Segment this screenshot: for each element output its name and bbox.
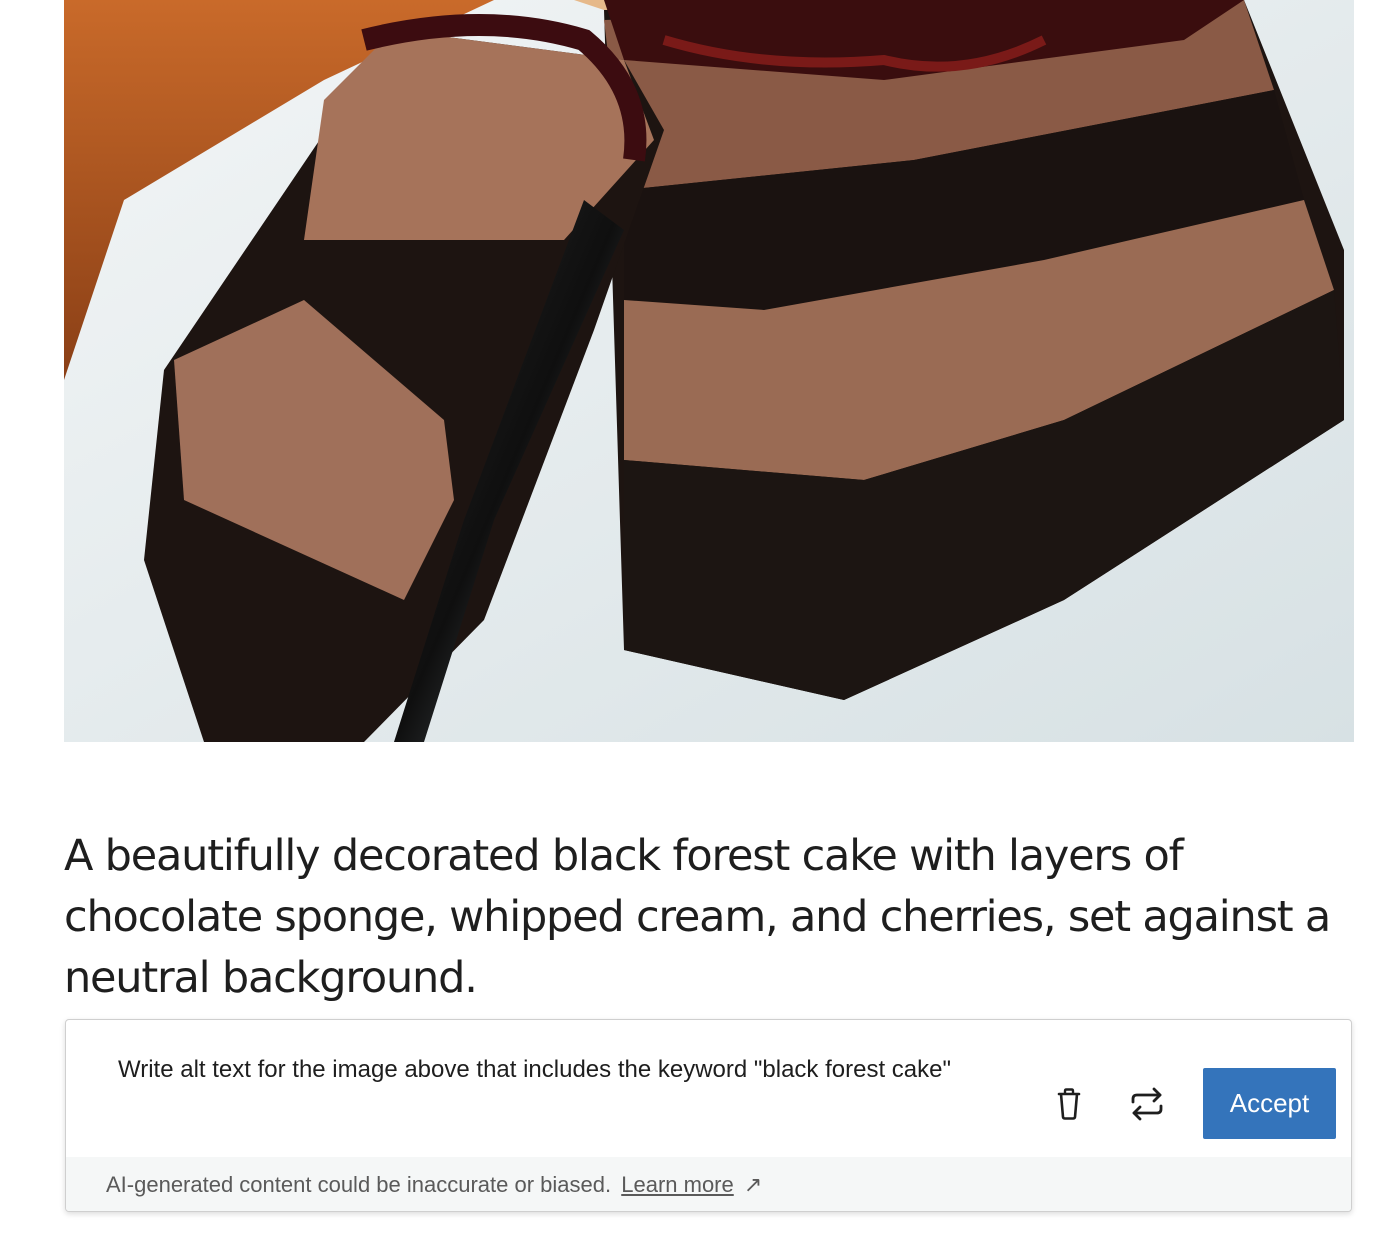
ai-alt-text-panel: Write alt text for the image above that …: [65, 1019, 1352, 1212]
ai-prompt-text: Write alt text for the image above that …: [118, 1056, 952, 1083]
regenerate-button[interactable]: [1127, 1084, 1167, 1124]
alt-text-paragraph[interactable]: A beautifully decorated black forest cak…: [64, 826, 1354, 1009]
arrow-up-right-icon: ↗: [743, 1172, 763, 1197]
ai-disclaimer-text: AI-generated content could be inaccurate…: [106, 1172, 612, 1197]
cake-image[interactable]: [64, 0, 1354, 742]
ai-disclaimer-footer: AI-generated content could be inaccurate…: [66, 1157, 1351, 1211]
delete-button[interactable]: [1049, 1084, 1089, 1124]
accept-button[interactable]: Accept: [1203, 1068, 1336, 1139]
repeat-icon: [1131, 1087, 1163, 1121]
cake-photo-graphic: [64, 0, 1354, 742]
learn-more-link[interactable]: Learn more: [621, 1172, 734, 1197]
ai-panel-body: Write alt text for the image above that …: [66, 1020, 1351, 1157]
editor-page: A beautifully decorated black forest cak…: [0, 0, 1400, 1240]
trash-icon: [1057, 1088, 1081, 1120]
